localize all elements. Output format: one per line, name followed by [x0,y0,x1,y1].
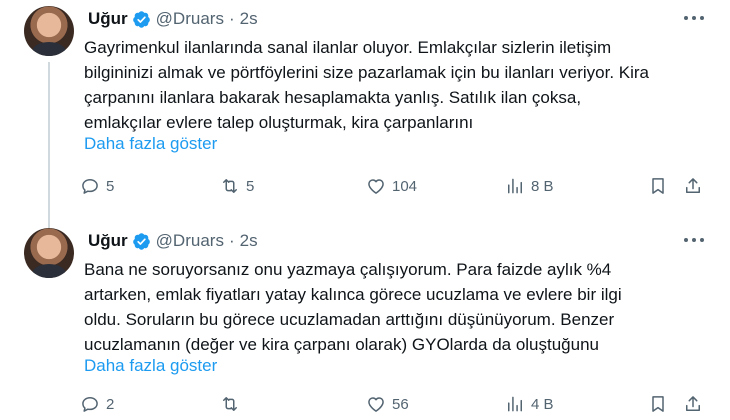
tweet-text: Bana ne soruyorsanız onu yazmaya çalışıy… [84,257,714,357]
tweet-text-line: ucuzlamanın (değer ve kira çarpanı olara… [84,335,600,354]
separator-dot: · [228,231,235,250]
retweet-icon [223,179,237,193]
retweet-button[interactable]: 5 [220,174,254,198]
retweet-count: 5 [246,177,255,195]
views-count: 4 B [531,395,554,413]
tweet[interactable]: Uğur @Druars · 2s Gayrimenkul ilanlarınd… [0,0,730,232]
avatar[interactable] [24,228,74,278]
timestamp[interactable]: 2s [240,231,258,251]
share-button[interactable] [683,174,703,198]
share-button[interactable] [683,392,703,416]
author-name[interactable]: Uğur [88,231,128,251]
author-handle[interactable]: @Druars [156,9,224,29]
bookmark-button[interactable] [648,174,668,198]
retweet-button[interactable] [220,392,246,416]
reply-count: 5 [106,177,115,195]
bookmark-button[interactable] [648,392,668,416]
views-icon [508,396,522,412]
show-more-link[interactable]: Daha fazla göster [84,356,217,376]
like-count: 104 [392,177,418,195]
tweet[interactable]: Uğur @Druars · 2s Bana ne soruyorsanız o… [0,222,730,420]
action-bar: 5 5 104 8 B [0,174,730,198]
like-button[interactable]: 104 [366,174,417,198]
heart-icon [368,179,384,194]
tweet-text-line: oldu. Soruların bu görece ucuzlamadan ar… [84,310,615,329]
timestamp[interactable]: 2s [240,9,258,29]
reply-icon [82,397,98,412]
more-options-icon[interactable] [682,230,706,250]
verified-badge-icon [132,232,150,250]
tweet-text-line: emlakçılar evlere talep oluşturmak, kira… [84,113,474,132]
views-button[interactable]: 8 B [505,174,554,198]
retweet-icon [223,397,237,411]
action-bar: 2 56 4 B [0,392,730,416]
tweet-text-line: Bana ne soruyorsanız onu yazmaya çalışıy… [84,260,612,279]
reply-icon [82,179,98,194]
tweet-text-line: çarpanını ilanlara bakarak hesaplamakta … [84,88,582,107]
tweet-header: Uğur @Druars · 2s [88,8,258,30]
bookmark-icon [652,178,664,194]
share-icon [686,396,700,411]
views-button[interactable]: 4 B [505,392,554,416]
bookmark-icon [652,396,664,412]
author-name[interactable]: Uğur [88,9,128,29]
like-count: 56 [392,395,409,413]
tweet-text-line: Gayrimenkul ilanlarında sanal ilanlar ol… [84,38,612,57]
author-handle[interactable]: @Druars [156,231,224,251]
tweet-header: Uğur @Druars · 2s [88,230,258,252]
reply-button[interactable]: 2 [80,392,114,416]
reply-count: 2 [106,395,115,413]
share-icon [686,178,700,193]
avatar[interactable] [24,6,74,56]
show-more-link[interactable]: Daha fazla göster [84,134,217,154]
like-button[interactable]: 56 [366,392,409,416]
heart-icon [368,397,384,412]
tweet-text: Gayrimenkul ilanlarında sanal ilanlar ol… [84,35,714,135]
verified-badge-icon [132,10,150,28]
tweet-text-line: bilgininizi almak ve pörtföylerini size … [84,63,650,82]
views-count: 8 B [531,177,554,195]
more-options-icon[interactable] [682,8,706,28]
separator-dot: · [228,9,235,28]
tweet-text-line: artarken, emlak fiyatları yatay kalınca … [84,285,622,304]
views-icon [508,178,522,194]
thread-line [48,62,50,232]
reply-button[interactable]: 5 [80,174,114,198]
